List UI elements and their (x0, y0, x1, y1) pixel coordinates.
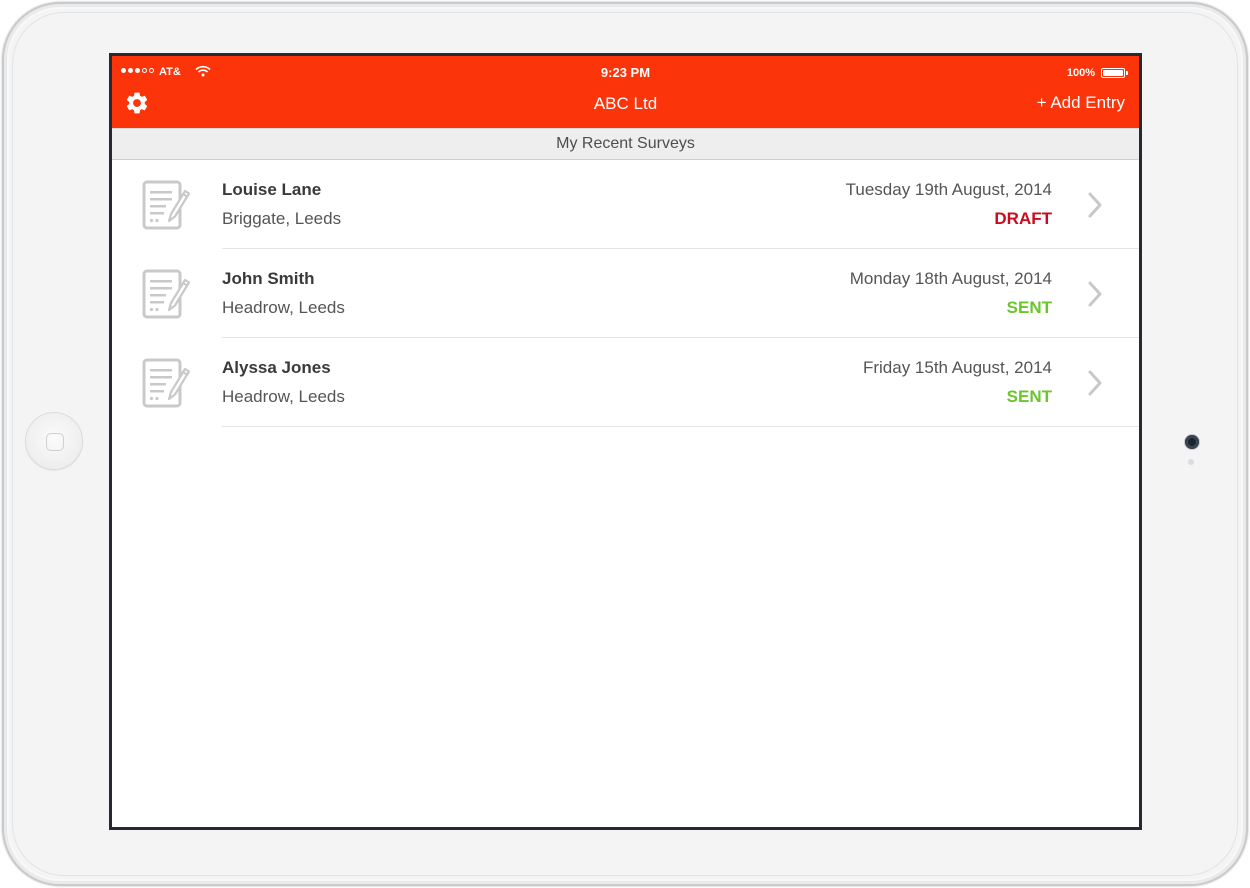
survey-date: Monday 18th August, 2014 (849, 269, 1052, 288)
survey-location: Briggate, Leeds (222, 209, 342, 228)
row-divider (222, 426, 1139, 427)
front-camera (1185, 435, 1199, 449)
survey-date: Tuesday 19th August, 2014 (845, 180, 1052, 199)
add-entry-button[interactable]: + Add Entry (1037, 93, 1125, 113)
chevron-right-icon (1088, 281, 1102, 307)
home-button[interactable] (25, 412, 83, 470)
battery-icon (1101, 68, 1128, 78)
survey-row[interactable]: John Smith Headrow, Leeds Monday 18th Au… (112, 249, 1139, 338)
survey-name: Alyssa Jones (222, 358, 331, 377)
survey-location: Headrow, Leeds (222, 387, 345, 406)
document-edit-icon (142, 269, 190, 319)
survey-row[interactable]: Alyssa Jones Headrow, Leeds Friday 15th … (112, 338, 1139, 427)
survey-location: Headrow, Leeds (222, 298, 345, 317)
survey-row[interactable]: Louise Lane Briggate, Leeds Tuesday 19th… (112, 160, 1139, 249)
battery-percent: 100% (1066, 67, 1095, 79)
ambient-sensor (1188, 459, 1194, 465)
section-header: My Recent Surveys (112, 128, 1139, 160)
chevron-right-icon (1088, 370, 1102, 396)
top-bar: AT& 9:23 PM 100% ABC Ltd + Add Entry (112, 56, 1139, 128)
document-edit-icon (142, 180, 190, 230)
survey-status-badge: DRAFT (994, 209, 1052, 228)
survey-name: Louise Lane (222, 180, 322, 199)
app-title: ABC Ltd (593, 94, 658, 113)
survey-status-badge: SENT (1006, 387, 1052, 406)
gear-icon[interactable] (124, 90, 150, 116)
app-screen: AT& 9:23 PM 100% ABC Ltd + Add Entry My … (109, 53, 1142, 830)
chevron-right-icon (1088, 192, 1102, 218)
status-time: 9:23 PM (600, 65, 651, 80)
survey-name: John Smith (222, 269, 315, 288)
survey-date: Friday 15th August, 2014 (862, 358, 1052, 377)
survey-status-badge: SENT (1006, 298, 1052, 317)
survey-list: Louise Lane Briggate, Leeds Tuesday 19th… (112, 160, 1139, 427)
nav-bar: ABC Ltd + Add Entry (112, 86, 1139, 128)
document-edit-icon (142, 358, 190, 408)
status-bar: AT& 9:23 PM 100% (112, 56, 1139, 86)
